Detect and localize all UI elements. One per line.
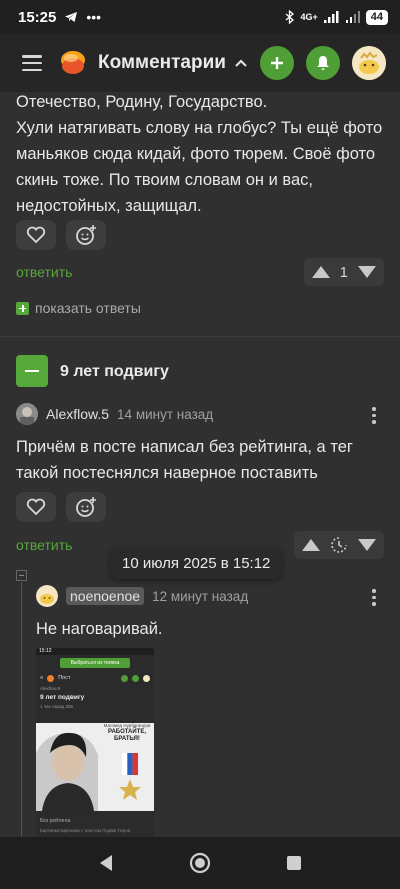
divider (0, 336, 400, 337)
telegram-icon (65, 12, 78, 22)
image-bar-label: Пост (58, 675, 71, 681)
poster-text: РАБОТАЙТЕ, БРАТЬЯ! (107, 729, 147, 742)
image-bar: ≡ Пост (36, 671, 154, 685)
comment-header: noenoenoe 12 минут назад (36, 585, 248, 607)
app-bar: Комментарии (0, 34, 400, 92)
timestamp-tooltip: 10 июля 2025 в 15:12 (110, 547, 283, 579)
system-nav-bar (0, 837, 400, 889)
add-reaction-button[interactable] (66, 220, 106, 250)
show-replies-label: показать ответы (35, 300, 141, 316)
comment-text: Не наговаривай. (36, 620, 163, 638)
image-footer: Без рейтинга (40, 818, 71, 824)
recents-icon[interactable] (286, 855, 302, 871)
network-type: 4G+ (300, 12, 318, 22)
chevron-up-icon[interactable] (234, 58, 248, 68)
like-button[interactable] (16, 220, 56, 250)
emoji-add-icon (76, 225, 96, 245)
more-notifications-icon: ••• (86, 9, 102, 25)
downvote-icon[interactable] (358, 266, 376, 278)
status-bar: 15:25 ••• 4G+ 44 (0, 0, 400, 34)
expand-icon (16, 301, 29, 315)
author-avatar[interactable] (16, 403, 38, 425)
battery-indicator: 44 (365, 9, 388, 25)
vote-box (294, 531, 384, 559)
user-avatar[interactable] (352, 46, 386, 80)
collapse-reply-button[interactable] (16, 570, 27, 581)
menu-icon[interactable] (22, 55, 42, 71)
add-reaction-button[interactable] (66, 492, 106, 522)
pikabu-logo[interactable] (58, 48, 88, 78)
image-author: Alexflow.5 (40, 686, 61, 691)
comment-time[interactable]: 14 минут назад (117, 407, 213, 422)
author-name[interactable]: noenoenoe (66, 587, 145, 605)
bluetooth-icon (286, 10, 295, 24)
emoji-add-icon (76, 497, 96, 517)
comment-header: Alexflow.5 14 минут назад (16, 403, 213, 425)
plus-icon (271, 57, 283, 69)
home-icon[interactable] (189, 852, 211, 874)
notifications-button[interactable] (306, 46, 340, 80)
thread-line[interactable] (21, 582, 22, 837)
comment-text: Причём в посте написал без рейтинга, а т… (16, 438, 353, 482)
add-post-button[interactable] (260, 46, 294, 80)
more-options-icon[interactable] (372, 589, 376, 606)
heart-icon (26, 226, 46, 244)
like-button[interactable] (16, 492, 56, 522)
comment-text-line: Отечество, Родину, Государство. (16, 93, 268, 111)
bell-icon (317, 56, 329, 70)
image-meta: 1 час назад 306 (40, 704, 73, 709)
reply-link[interactable]: ответить (16, 537, 72, 553)
collapse-thread-button[interactable] (16, 355, 48, 387)
pending-rating-icon (331, 537, 347, 553)
attached-image[interactable]: 15:12 Выбраться из телика ≡ Пост Alexflo… (36, 648, 154, 837)
image-tags: Картинка Картинка с текстом Подвиг Герои (40, 828, 131, 833)
signal-icon-2 (345, 11, 360, 23)
reply-link[interactable]: ответить (16, 264, 72, 280)
comment-rating: 1 (339, 263, 348, 281)
author-avatar[interactable] (36, 585, 58, 607)
comments-feed[interactable]: Отечество, Родину, Государство. Хули нат… (0, 92, 400, 837)
comment-time[interactable]: 12 минут назад (152, 589, 248, 604)
image-status-time: 15:12 (36, 648, 154, 655)
status-time: 15:25 (18, 8, 57, 26)
image-banner: Выбраться из телика (60, 658, 130, 668)
image-post-title: 9 лет подвигу (40, 694, 85, 701)
comment-text-line: Хули натягивать слову на глобус? Ты ещё … (16, 119, 383, 215)
more-options-icon[interactable] (372, 407, 376, 424)
back-icon[interactable] (98, 854, 114, 872)
upvote-icon[interactable] (311, 266, 330, 278)
upvote-icon[interactable] (302, 539, 320, 551)
downvote-icon[interactable] (358, 539, 376, 551)
show-replies-button[interactable]: показать ответы (16, 300, 141, 316)
vote-box: 1 (303, 258, 384, 286)
poster-image: Магомед Нурбагандов РАБОТАЙТЕ, БРАТЬЯ! (36, 723, 154, 811)
signal-icon (323, 11, 339, 23)
page-title[interactable]: Комментарии (98, 52, 226, 74)
heart-icon (26, 498, 46, 516)
comment-text: Отечество, Родину, Государство. Хули нат… (16, 92, 386, 219)
author-name[interactable]: Alexflow.5 (46, 406, 109, 422)
poster-subtitle: Магомед Нурбагандов (103, 723, 151, 728)
post-title[interactable]: 9 лет подвигу (60, 363, 169, 381)
